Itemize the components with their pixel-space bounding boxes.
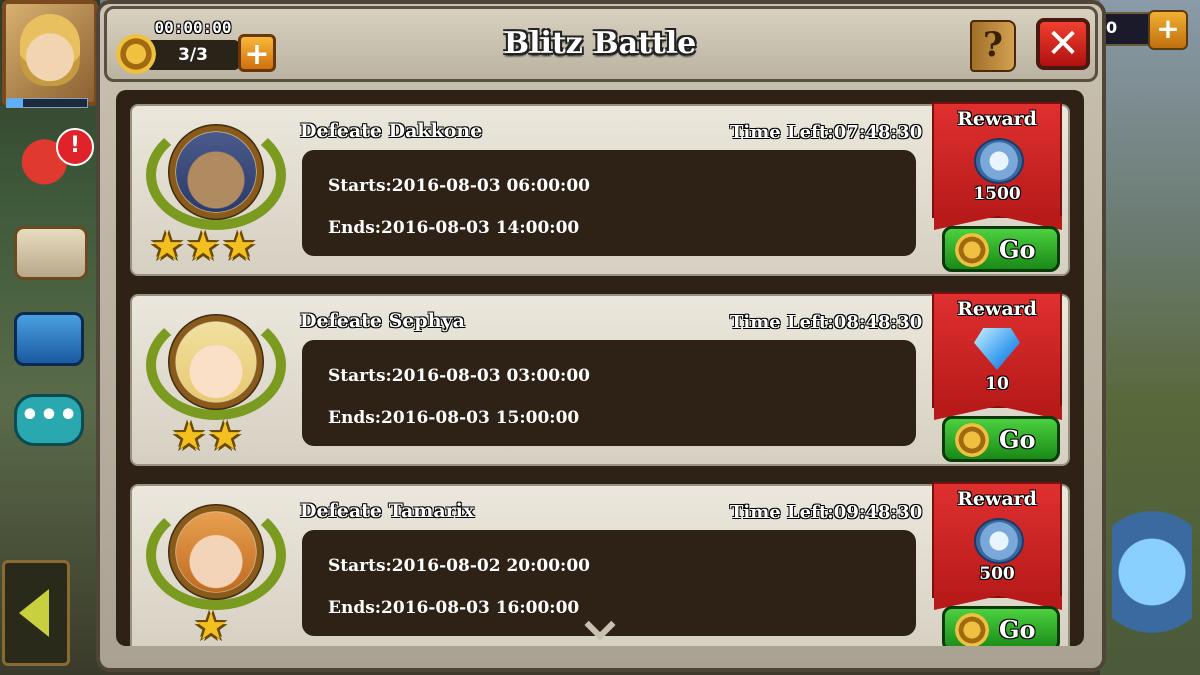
castle-icon[interactable] [1112,470,1192,640]
stamina-icon [955,423,989,457]
star-rating: ★ [194,604,231,646]
star-rating: ★★ [172,414,245,458]
reward-label: Reward [957,298,1037,320]
stamina-timer: 00:00:00 [154,18,232,37]
blue-diamond-icon [974,328,1020,370]
battle-list[interactable]: ★★★ Defeate Dakkone Time Left:07:48:30 S… [116,90,1084,646]
battle-end: Ends:2016-08-03 15:00:00 [328,408,580,428]
battle-start: Starts:2016-08-03 03:00:00 [328,366,590,386]
battle-schedule: Starts:2016-08-03 06:00:00 Ends:2016-08-… [302,150,916,256]
battle-title: Defeate Tamarix [300,500,475,522]
arrow-left-icon[interactable] [2,560,70,666]
boss-portrait-tamarix [176,512,256,592]
go-button[interactable]: Go [942,606,1060,646]
stamina-count: 3/3 [146,40,240,70]
go-label: Go [999,235,1036,264]
silver-coins-icon [974,138,1024,184]
battle-end: Ends:2016-08-03 14:00:00 [328,218,580,238]
close-button[interactable]: ✕ [1036,18,1090,70]
time-left: Time Left:08:48:30 [730,312,923,333]
xp-bar [6,98,88,108]
resource-counter: 0 [1100,12,1152,46]
resource-plus-button[interactable]: + [1148,10,1188,50]
chevron-down-icon[interactable] [586,620,616,638]
reward-label: Reward [957,108,1037,130]
silver-coins-icon [974,518,1024,564]
add-stamina-button[interactable]: + [238,34,276,72]
hero-face [20,14,80,86]
go-label: Go [999,615,1036,644]
boss-portrait-sephya [176,322,256,402]
help-book-icon[interactable]: ? [970,20,1016,72]
boss-portrait-dakkone [176,132,256,212]
reward-banner: Reward 500 [932,482,1062,610]
battle-schedule: Starts:2016-08-03 03:00:00 Ends:2016-08-… [302,340,916,446]
go-button[interactable]: Go [942,416,1060,462]
battle-card: ★★ Defeate Sephya Time Left:08:48:30 Sta… [130,292,1070,466]
stamina-icon [955,613,989,646]
dialog-title: Blitz Battle [503,26,697,61]
time-left: Time Left:09:48:30 [730,502,923,523]
reward-banner: Reward 1500 [932,102,1062,230]
go-label: Go [999,425,1036,454]
reward-value: 1500 [973,184,1021,204]
reward-value: 10 [985,374,1009,394]
star-rating: ★★★ [150,224,259,268]
go-button[interactable]: Go [942,226,1060,272]
battle-title: Defeate Sephya [300,310,465,332]
reward-banner: Reward 10 [932,292,1062,420]
hero-avatar[interactable] [2,0,98,106]
time-left: Time Left:07:48:30 [730,122,923,143]
video-camera-icon[interactable] [14,312,84,366]
notification-badge: ! [56,128,94,166]
mail-icon[interactable] [14,226,88,280]
battle-start: Starts:2016-08-02 20:00:00 [328,556,590,576]
battle-end: Ends:2016-08-03 16:00:00 [328,598,580,618]
xp-bar-fill [7,99,23,107]
battle-card: ★★★ Defeate Dakkone Time Left:07:48:30 S… [130,102,1070,276]
reward-value: 500 [979,564,1015,584]
stamina-icon [116,34,156,74]
stamina-icon [955,233,989,267]
chat-icon[interactable]: ••• [14,394,84,446]
reward-label: Reward [957,488,1037,510]
battle-start: Starts:2016-08-03 06:00:00 [328,176,590,196]
battle-title: Defeate Dakkone [300,120,483,142]
